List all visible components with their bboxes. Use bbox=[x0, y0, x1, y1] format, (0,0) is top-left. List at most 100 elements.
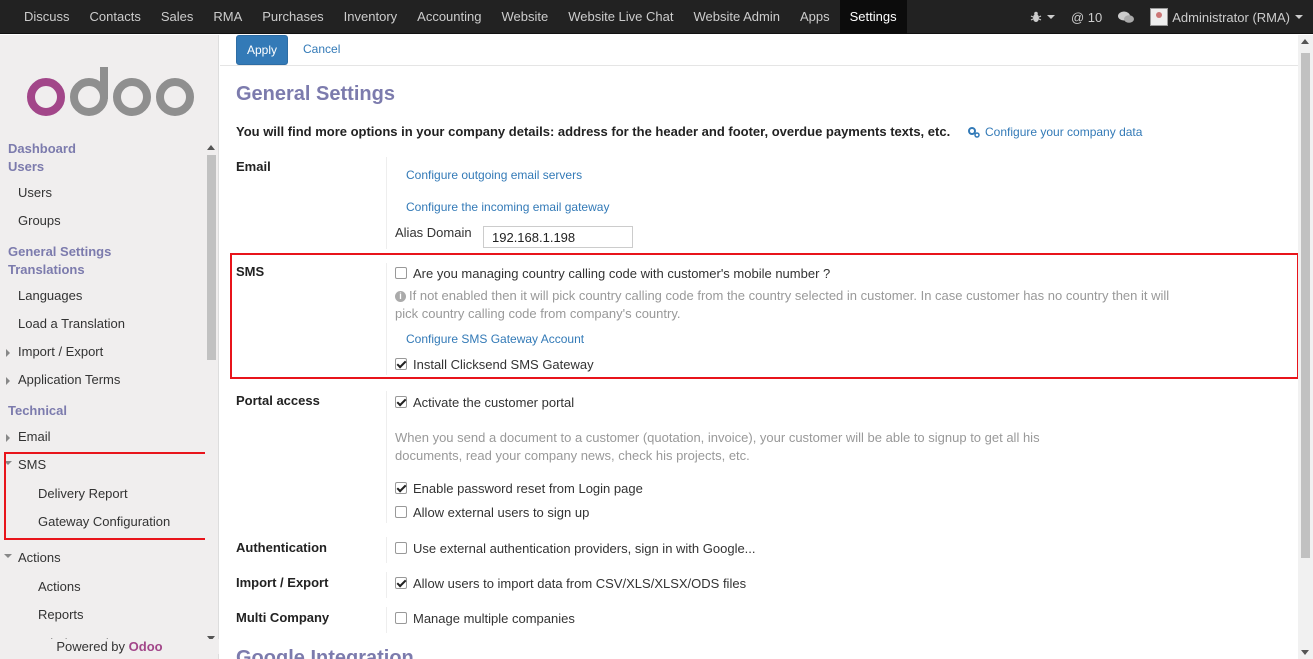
sms-section-label: SMS bbox=[236, 264, 265, 279]
sidebar-section-actions[interactable]: Actions bbox=[18, 550, 61, 565]
page-title: General Settings bbox=[236, 83, 395, 105]
section-divider bbox=[386, 537, 387, 563]
section-divider bbox=[386, 607, 387, 633]
sidebar-section-technical[interactable]: Technical bbox=[8, 403, 67, 418]
allow-import-checkbox[interactable] bbox=[395, 577, 407, 589]
configure-outgoing-email-link[interactable]: Configure outgoing email servers bbox=[406, 168, 582, 182]
sidebar-item-email[interactable]: Email bbox=[18, 429, 51, 444]
clicksend-checkbox[interactable] bbox=[395, 358, 407, 370]
avatar bbox=[1150, 8, 1169, 26]
sidebar-section-users[interactable]: Users bbox=[8, 159, 44, 174]
menu-inventory[interactable]: Inventory bbox=[334, 0, 407, 34]
sidebar-item-import-export[interactable]: Import / Export bbox=[18, 344, 103, 359]
multi-company-section-label: Multi Company bbox=[236, 610, 330, 625]
portal-section-label: Portal access bbox=[236, 393, 320, 408]
configure-company-link[interactable]: Configure your company data bbox=[968, 125, 1142, 139]
external-signup-checkbox[interactable] bbox=[395, 506, 407, 518]
portal-help-line1: When you send a document to a customer (… bbox=[395, 430, 1040, 445]
sidebar-item-languages[interactable]: Languages bbox=[18, 288, 82, 303]
bug-icon bbox=[1030, 11, 1042, 22]
chevron-down-icon bbox=[1295, 15, 1303, 19]
messages-counter[interactable]: @ 10 bbox=[1071, 10, 1102, 25]
authentication-section-label: Authentication bbox=[236, 540, 327, 555]
password-reset-checkbox[interactable] bbox=[395, 482, 407, 494]
systray: @ 10 Administrator (RMA) bbox=[1018, 0, 1303, 34]
country-code-help-line1: i If not enabled then it will pick countr… bbox=[395, 287, 1169, 305]
sidebar-item-actions[interactable]: Actions bbox=[38, 579, 81, 594]
scroll-down-icon[interactable] bbox=[1301, 650, 1309, 655]
configure-company-label: Configure your company data bbox=[985, 125, 1143, 139]
menu-accounting[interactable]: Accounting bbox=[407, 0, 491, 34]
main-scrollbar[interactable] bbox=[1298, 35, 1313, 659]
intro-text: You will find more options in your compa… bbox=[236, 124, 951, 139]
alias-domain-label: Alias Domain bbox=[395, 225, 472, 240]
clicksend-label: Install Clicksend SMS Gateway bbox=[413, 357, 594, 372]
highlight-sms-menu bbox=[4, 452, 208, 540]
configure-incoming-email-link[interactable]: Configure the incoming email gateway bbox=[406, 200, 609, 214]
activate-portal-label: Activate the customer portal bbox=[413, 395, 575, 410]
gears-icon bbox=[968, 127, 980, 138]
powered-by: Powered by Odoo bbox=[0, 639, 219, 654]
sidebar-scrollbar[interactable] bbox=[205, 143, 217, 643]
menu-website-admin[interactable]: Website Admin bbox=[683, 0, 789, 34]
sidebar-item-load-translation[interactable]: Load a Translation bbox=[18, 316, 125, 331]
section-divider bbox=[386, 391, 387, 523]
sidebar-section-translations[interactable]: Translations bbox=[8, 262, 85, 277]
allow-import-label: Allow users to import data from CSV/XLS/… bbox=[413, 576, 747, 591]
odoo-logo bbox=[27, 67, 194, 116]
menu-purchases[interactable]: Purchases bbox=[252, 0, 333, 34]
country-code-label: Are you managing country calling code wi… bbox=[413, 266, 831, 281]
sidebar: Dashboard Users Users Groups General Set… bbox=[0, 35, 219, 659]
chevron-right-icon[interactable] bbox=[6, 434, 10, 442]
sidebar-item-groups[interactable]: Groups bbox=[18, 213, 61, 228]
scroll-up-icon[interactable] bbox=[1301, 39, 1309, 44]
user-menu[interactable]: Administrator (RMA) bbox=[1150, 8, 1303, 26]
menu-apps[interactable]: Apps bbox=[790, 0, 840, 34]
multi-company-checkbox[interactable] bbox=[395, 612, 407, 624]
menu-website-live-chat[interactable]: Website Live Chat bbox=[558, 0, 683, 34]
app-menu: Discuss Contacts Sales RMA Purchases Inv… bbox=[14, 0, 907, 34]
chat-icon bbox=[1118, 11, 1135, 23]
toolbar-divider bbox=[220, 65, 1298, 66]
menu-discuss[interactable]: Discuss bbox=[14, 0, 80, 34]
country-code-checkbox[interactable] bbox=[395, 267, 407, 279]
info-icon: i bbox=[395, 291, 406, 302]
email-section-label: Email bbox=[236, 159, 271, 174]
menu-settings[interactable]: Settings bbox=[839, 0, 907, 34]
menu-rma[interactable]: RMA bbox=[203, 0, 252, 34]
chevron-right-icon[interactable] bbox=[6, 349, 10, 357]
password-reset-label: Enable password reset from Login page bbox=[413, 481, 643, 496]
activate-portal-checkbox[interactable] bbox=[395, 396, 407, 408]
sidebar-item-general-settings[interactable]: General Settings bbox=[8, 244, 111, 259]
menu-sales[interactable]: Sales bbox=[151, 0, 204, 34]
configure-sms-gateway-link[interactable]: Configure SMS Gateway Account bbox=[406, 332, 584, 346]
chevron-right-icon[interactable] bbox=[6, 377, 10, 385]
main-content: Apply Cancel General Settings You will f… bbox=[220, 35, 1299, 659]
menu-website[interactable]: Website bbox=[491, 0, 558, 34]
chevron-down-icon[interactable] bbox=[4, 554, 12, 558]
apply-button[interactable]: Apply bbox=[236, 35, 288, 65]
sidebar-item-reports[interactable]: Reports bbox=[38, 607, 84, 622]
multi-company-label: Manage multiple companies bbox=[413, 611, 575, 626]
portal-help-line2: documents, read your company news, check… bbox=[395, 448, 750, 463]
scroll-up-icon[interactable] bbox=[207, 145, 215, 150]
sidebar-item-users[interactable]: Users bbox=[18, 185, 52, 200]
section-divider bbox=[386, 157, 387, 249]
alias-domain-input[interactable] bbox=[483, 226, 633, 248]
country-code-help-line2: pick country calling code from company's… bbox=[395, 306, 681, 321]
menu-contacts[interactable]: Contacts bbox=[80, 0, 151, 34]
main-scroll-thumb[interactable] bbox=[1301, 53, 1310, 558]
external-signup-label: Allow external users to sign up bbox=[413, 505, 590, 520]
user-name: Administrator (RMA) bbox=[1172, 9, 1290, 25]
sidebar-item-application-terms[interactable]: Application Terms bbox=[18, 372, 120, 387]
section-divider bbox=[386, 263, 387, 375]
external-auth-checkbox[interactable] bbox=[395, 542, 407, 554]
chat-menu[interactable] bbox=[1118, 11, 1135, 24]
debug-menu[interactable] bbox=[1030, 11, 1055, 23]
powered-by-brand[interactable]: Odoo bbox=[129, 639, 163, 654]
cancel-button[interactable]: Cancel bbox=[303, 35, 340, 65]
section-divider bbox=[386, 572, 387, 598]
sidebar-scroll-thumb[interactable] bbox=[207, 155, 216, 360]
sidebar-item-dashboard[interactable]: Dashboard bbox=[8, 141, 76, 156]
powered-by-label: Powered by bbox=[56, 639, 126, 654]
